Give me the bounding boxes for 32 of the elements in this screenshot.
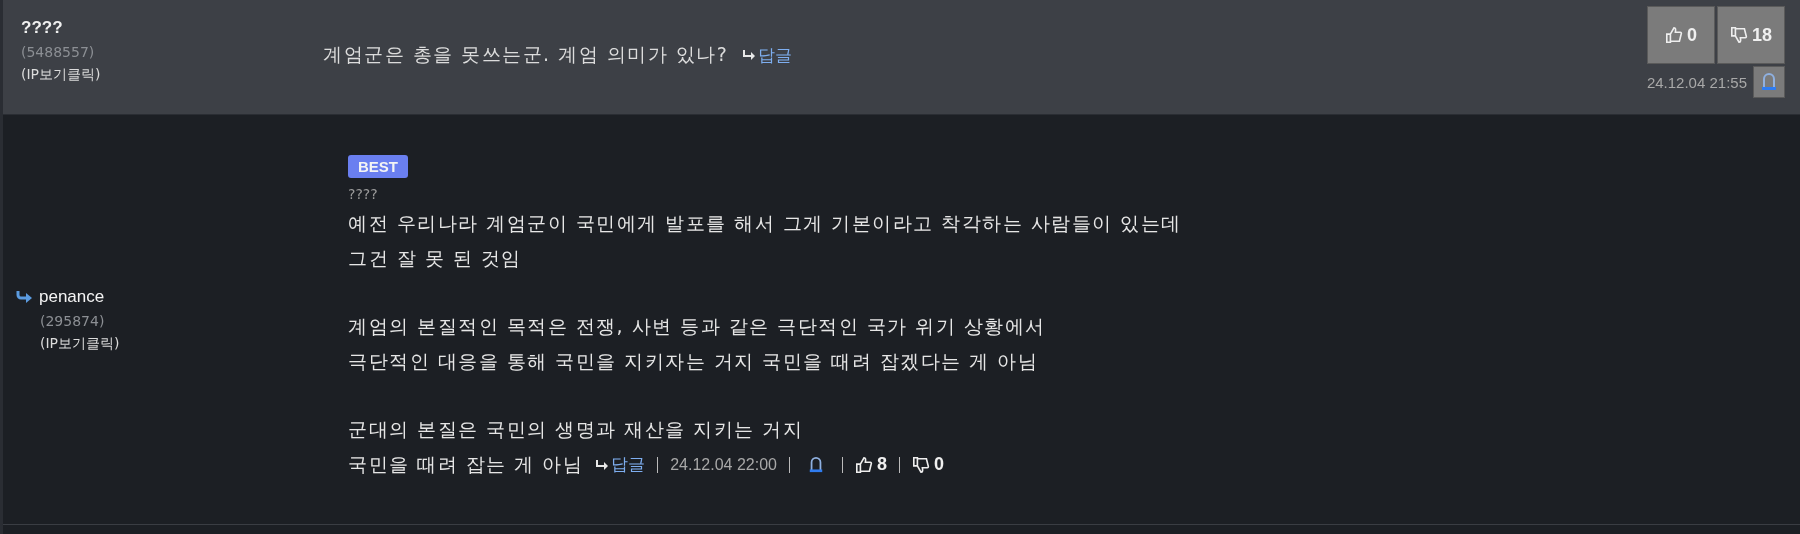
comment-date: 24.12.04 21:55 xyxy=(1646,73,1747,91)
report-button[interactable] xyxy=(1753,66,1785,98)
thumbs-up-icon xyxy=(1665,26,1683,44)
thumbs-down-icon xyxy=(1730,26,1748,44)
comment-title: ???? xyxy=(348,186,378,202)
comment-text: 예전 우리나라 계엄군이 국민에게 발포를 해서 그게 기본이라고 착각하는 사람들이 있는데 xyxy=(348,211,1182,236)
comment-text: 그건 잘 못 된 것임 xyxy=(348,246,522,271)
reply-arrow-icon xyxy=(15,289,33,304)
comment-text: 계엄군은 총을 못쓰는군. 계엄 의미가 있나? xyxy=(323,42,729,67)
like-button[interactable]: 8 xyxy=(854,447,887,482)
siren-icon[interactable] xyxy=(807,456,824,473)
comment-text: 국민을 때려 잡는 게 아님 xyxy=(348,452,584,477)
comment-text: 군대의 본질은 국민의 생명과 재산을 지키는 거지 xyxy=(348,417,804,442)
reply-arrow-icon xyxy=(742,49,757,61)
siren-icon xyxy=(1760,73,1778,91)
reply-arrow-icon xyxy=(595,458,610,471)
like-button[interactable]: 0 xyxy=(1647,6,1715,64)
comment-text: 계엄의 본질적인 목적은 전쟁, 사변 등과 같은 극단적인 국가 위기 상황에서 xyxy=(348,314,1046,339)
best-badge: BEST xyxy=(348,155,408,178)
comment-date: 24.12.04 22:00 xyxy=(670,455,777,475)
comment-text: 극단적인 대응을 통해 국민을 지키자는 거지 국민을 때려 잡겠다는 게 아님 xyxy=(348,349,1039,374)
reply-link[interactable]: 답글 xyxy=(595,447,646,482)
author-name[interactable]: penance xyxy=(39,286,105,307)
user-id: (5488557) xyxy=(21,44,95,60)
thumbs-up-icon xyxy=(854,455,873,474)
dislike-button[interactable]: 18 xyxy=(1717,6,1785,64)
user-id: (295874) xyxy=(40,312,105,329)
reply-link[interactable]: 답글 xyxy=(742,43,793,67)
ip-link[interactable]: (IP보기클릭) xyxy=(21,66,101,84)
dislike-button[interactable]: 0 xyxy=(911,447,944,482)
thumbs-down-icon xyxy=(911,455,930,474)
author-name[interactable]: ???? xyxy=(21,18,63,38)
